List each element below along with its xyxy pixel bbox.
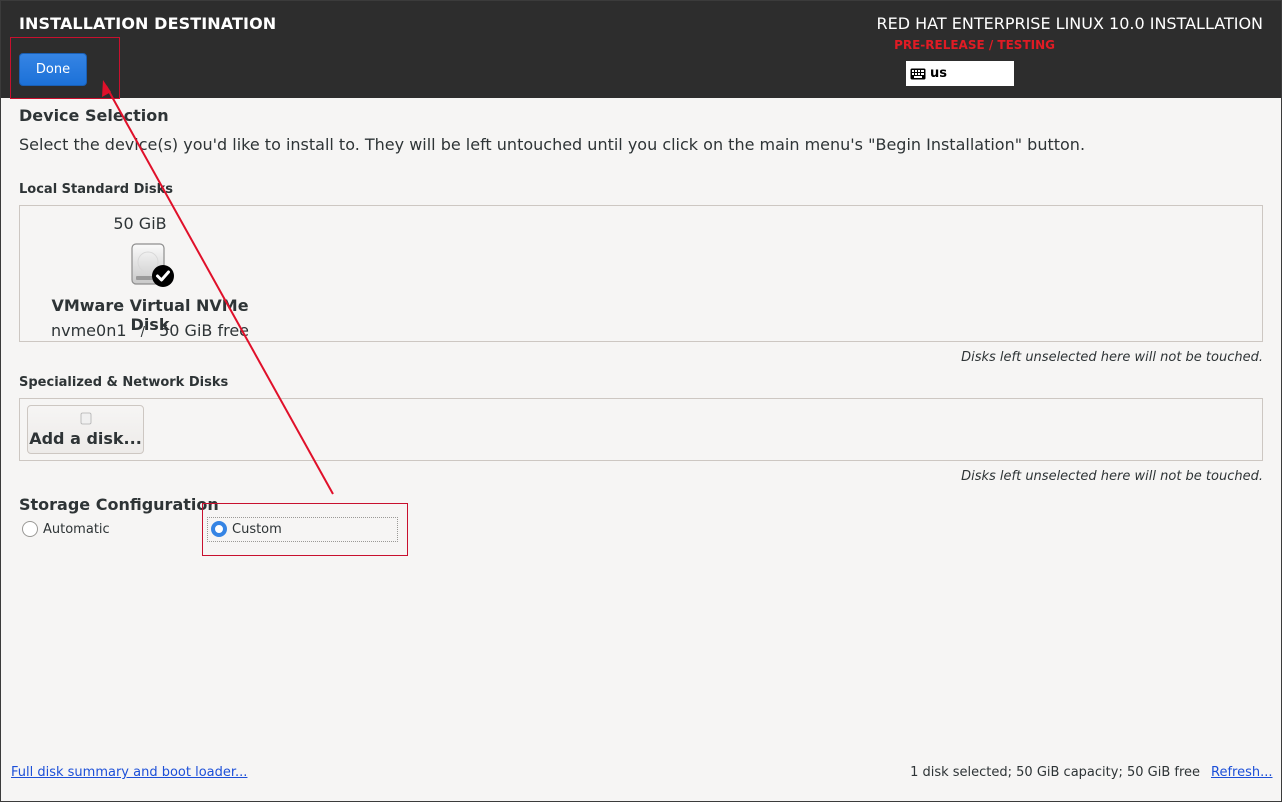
disk-device-name: nvme0n1 — [50, 321, 127, 340]
device-selection-instruction: Select the device(s) you'd like to insta… — [19, 135, 1086, 154]
refresh-link[interactable]: Refresh... — [1211, 765, 1273, 780]
hard-disk-selected-icon — [131, 243, 174, 287]
local-disks-hint: Disks left unselected here will not be t… — [961, 350, 1263, 365]
disk-tile-nvme0n1[interactable]: 50 GiB VMware Virtual NVMe Disk nvme0n1 … — [30, 212, 250, 340]
full-disk-summary-link[interactable]: Full disk summary and boot loader... — [11, 765, 247, 780]
keyboard-icon — [910, 68, 926, 79]
automatic-radio-label: Automatic — [43, 521, 110, 537]
page-title: INSTALLATION DESTINATION — [19, 14, 277, 33]
specialized-disks-heading: Specialized & Network Disks — [19, 375, 229, 390]
specialized-disks-panel: Add a disk... — [19, 398, 1263, 461]
custom-radio-option[interactable]: Custom — [211, 521, 282, 537]
disk-selection-status: 1 disk selected; 50 GiB capacity; 50 GiB… — [910, 765, 1200, 780]
local-disks-panel: 50 GiB VMware Virtual NVMe Disk nvme0n1 … — [19, 205, 1263, 342]
keyboard-layout-label: us — [930, 66, 947, 81]
custom-radio-label: Custom — [232, 521, 282, 537]
add-disk-label: Add a disk... — [29, 429, 142, 448]
product-title: RED HAT ENTERPRISE LINUX 10.0 INSTALLATI… — [876, 14, 1263, 33]
disk-size: 50 GiB — [113, 214, 167, 233]
keyboard-layout-indicator[interactable]: us — [906, 61, 1014, 86]
automatic-radio-option[interactable]: Automatic — [22, 521, 110, 537]
disk-detail: nvme0n1 / 50 GiB free — [30, 321, 270, 340]
disk-separator: / — [140, 325, 146, 340]
disk-free-space: 50 GiB free — [159, 321, 250, 340]
automatic-radio-button[interactable] — [22, 521, 38, 537]
local-disks-heading: Local Standard Disks — [19, 182, 173, 197]
add-disk-button[interactable]: Add a disk... — [27, 405, 144, 454]
specialized-disks-hint: Disks left unselected here will not be t… — [961, 469, 1263, 484]
storage-configuration-heading: Storage Configuration — [19, 495, 219, 514]
header-bar: INSTALLATION DESTINATION Done RED HAT EN… — [0, 0, 1282, 98]
device-selection-heading: Device Selection — [19, 106, 169, 125]
add-disk-icon — [80, 412, 92, 425]
prerelease-label: PRE-RELEASE / TESTING — [894, 38, 1055, 52]
done-button[interactable]: Done — [19, 53, 87, 86]
custom-radio-button[interactable] — [211, 521, 227, 537]
